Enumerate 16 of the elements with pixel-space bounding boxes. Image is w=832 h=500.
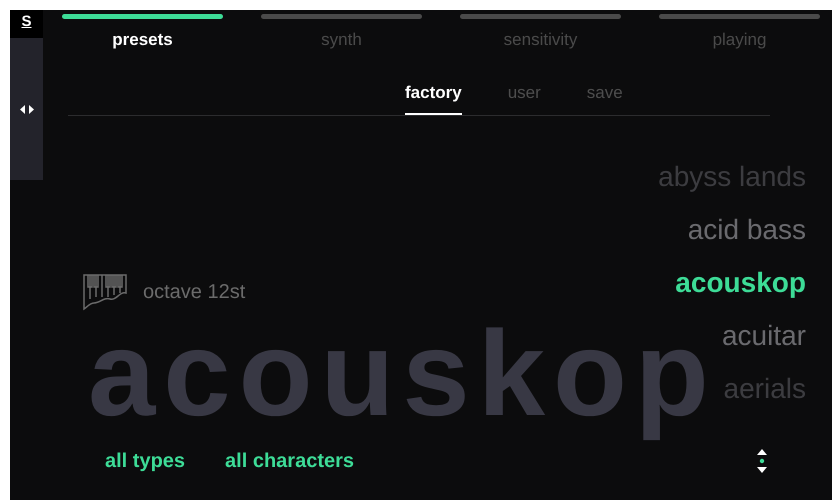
filter-dropdown[interactable]: all types xyxy=(105,446,186,476)
subtab[interactable]: user xyxy=(508,81,541,115)
logo: S xyxy=(21,12,32,32)
tab[interactable]: synth xyxy=(321,29,362,51)
left-right-arrows-icon[interactable] xyxy=(20,104,34,114)
tuning-label: octave 12st xyxy=(143,280,246,305)
piano-keys-icon xyxy=(82,273,128,311)
preset-item[interactable]: acuitar xyxy=(722,309,806,362)
tab[interactable]: presets xyxy=(112,29,173,51)
tab[interactable]: playing xyxy=(712,29,766,51)
subtab[interactable]: save xyxy=(586,81,623,115)
tab[interactable]: sensitivity xyxy=(504,29,578,51)
preset-item[interactable]: acouskop xyxy=(675,256,806,309)
scroll-arrows-icon[interactable] xyxy=(756,448,768,474)
filter-dropdown[interactable]: all characters xyxy=(225,446,354,476)
preset-item[interactable]: acid bass xyxy=(688,203,806,256)
